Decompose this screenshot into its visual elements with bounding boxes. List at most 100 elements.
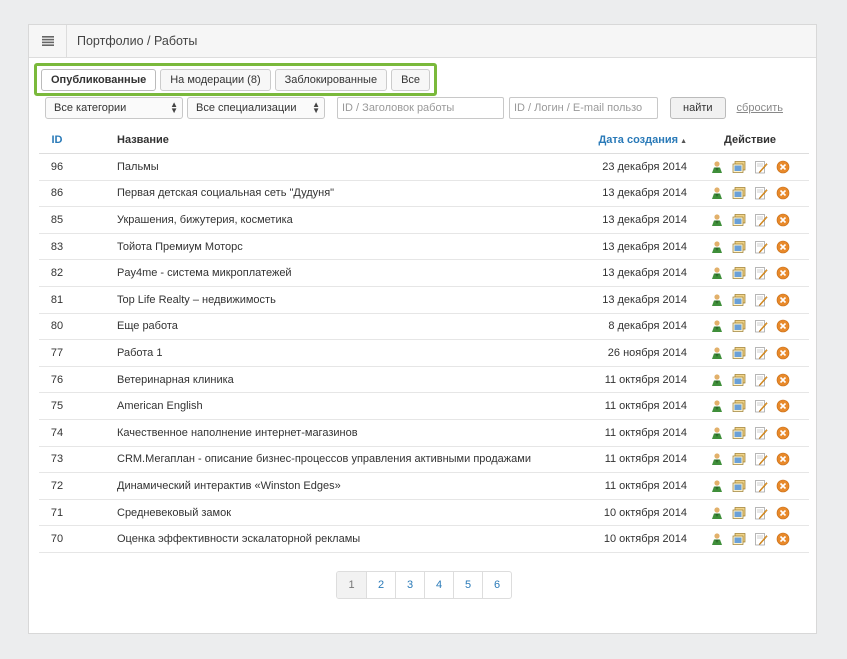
user-icon[interactable] — [710, 452, 724, 466]
row-date: 10 октября 2014 — [603, 533, 687, 546]
delete-icon[interactable] — [776, 506, 790, 520]
edit-icon[interactable] — [754, 399, 768, 413]
delete-icon[interactable] — [776, 452, 790, 466]
edit-icon[interactable] — [754, 373, 768, 387]
user-icon[interactable] — [710, 266, 724, 280]
delete-icon[interactable] — [776, 186, 790, 200]
user-icon[interactable] — [710, 240, 724, 254]
delete-icon[interactable] — [776, 319, 790, 333]
row-actions — [691, 213, 809, 227]
user-icon[interactable] — [710, 186, 724, 200]
table-header: ID Название Дата создания ▲ Действие — [39, 127, 809, 154]
edit-icon[interactable] — [754, 240, 768, 254]
reset-link[interactable]: сбросить — [737, 102, 783, 114]
page-3-button[interactable]: 3 — [395, 572, 424, 598]
gallery-icon[interactable] — [732, 373, 746, 387]
find-button[interactable]: найти — [670, 97, 726, 119]
delete-icon[interactable] — [776, 426, 790, 440]
page-1-button[interactable]: 1 — [337, 572, 366, 598]
gallery-icon[interactable] — [732, 160, 746, 174]
tab-moderation[interactable]: На модерации (8) — [160, 68, 271, 91]
gallery-icon[interactable] — [732, 240, 746, 254]
edit-icon[interactable] — [754, 346, 768, 360]
table-row: 81 Top Life Realty – недвижимость 13 дек… — [39, 287, 809, 314]
gallery-icon[interactable] — [732, 452, 746, 466]
edit-icon[interactable] — [754, 426, 768, 440]
id-column-header[interactable]: ID — [52, 134, 63, 146]
table-row: 96 Пальмы 23 декабря 2014 — [39, 154, 809, 181]
edit-icon[interactable] — [754, 160, 768, 174]
table-row: 80 Еще работа 8 декабря 2014 — [39, 314, 809, 341]
edit-icon[interactable] — [754, 293, 768, 307]
user-icon[interactable] — [710, 293, 724, 307]
gallery-icon[interactable] — [732, 426, 746, 440]
edit-icon[interactable] — [754, 452, 768, 466]
delete-icon[interactable] — [776, 399, 790, 413]
page-4-button[interactable]: 4 — [424, 572, 453, 598]
category-select[interactable]: Все категории ▲ ▼ — [45, 97, 183, 119]
page-6-button[interactable]: 6 — [482, 572, 511, 598]
table-row: 71 Средневековый замок 10 октября 2014 — [39, 500, 809, 527]
gallery-icon[interactable] — [732, 293, 746, 307]
tab-blocked[interactable]: Заблокированные — [274, 68, 388, 91]
row-date: 13 декабря 2014 — [602, 293, 687, 306]
delete-icon[interactable] — [776, 213, 790, 227]
breadcrumb: Портфолио / Работы — [77, 34, 198, 48]
user-icon[interactable] — [710, 506, 724, 520]
delete-icon[interactable] — [776, 266, 790, 280]
user-icon[interactable] — [710, 319, 724, 333]
table-row: 70 Оценка эффективности эскалаторной рек… — [39, 526, 809, 553]
page-5-button[interactable]: 5 — [453, 572, 482, 598]
gallery-icon[interactable] — [732, 319, 746, 333]
tab-published[interactable]: Опубликованные — [41, 68, 157, 91]
user-icon[interactable] — [710, 532, 724, 546]
edit-icon[interactable] — [754, 479, 768, 493]
delete-icon[interactable] — [776, 293, 790, 307]
table-row: 76 Ветеринарная клиника 11 октября 2014 — [39, 367, 809, 394]
row-name: Первая детская социальная сеть "Дудуня" — [117, 187, 335, 200]
hamburger-menu-icon[interactable] — [29, 25, 67, 57]
row-name: CRM.Мегаплан - описание бизнес-процессов… — [117, 453, 531, 466]
tab-all[interactable]: Все — [391, 68, 431, 91]
gallery-icon[interactable] — [732, 186, 746, 200]
user-icon[interactable] — [710, 479, 724, 493]
delete-icon[interactable] — [776, 240, 790, 254]
edit-icon[interactable] — [754, 532, 768, 546]
user-icon[interactable] — [710, 373, 724, 387]
row-actions — [691, 240, 809, 254]
delete-icon[interactable] — [776, 373, 790, 387]
gallery-icon[interactable] — [732, 266, 746, 280]
row-date: 11 октября 2014 — [604, 373, 687, 386]
gallery-icon[interactable] — [732, 532, 746, 546]
delete-icon[interactable] — [776, 160, 790, 174]
user-icon[interactable] — [710, 160, 724, 174]
gallery-icon[interactable] — [732, 346, 746, 360]
delete-icon[interactable] — [776, 532, 790, 546]
gallery-icon[interactable] — [732, 213, 746, 227]
delete-icon[interactable] — [776, 479, 790, 493]
gallery-icon[interactable] — [732, 479, 746, 493]
specialization-select[interactable]: Все специализации ▲ ▼ — [187, 97, 325, 119]
gallery-icon[interactable] — [732, 506, 746, 520]
date-column-header[interactable]: Дата создания — [598, 134, 678, 146]
id-title-input[interactable] — [337, 97, 504, 119]
edit-icon[interactable] — [754, 319, 768, 333]
user-search-input[interactable] — [509, 97, 658, 119]
edit-icon[interactable] — [754, 506, 768, 520]
row-date: 13 декабря 2014 — [602, 267, 687, 280]
delete-icon[interactable] — [776, 346, 790, 360]
edit-icon[interactable] — [754, 213, 768, 227]
user-icon[interactable] — [710, 346, 724, 360]
gallery-icon[interactable] — [732, 399, 746, 413]
table-row: 73 CRM.Мегаплан - описание бизнес-процес… — [39, 447, 809, 474]
row-date: 11 октября 2014 — [604, 426, 687, 439]
user-icon[interactable] — [710, 213, 724, 227]
user-icon[interactable] — [710, 399, 724, 413]
page-2-button[interactable]: 2 — [366, 572, 395, 598]
row-id: 71 — [50, 506, 64, 519]
user-icon[interactable] — [710, 426, 724, 440]
edit-icon[interactable] — [754, 186, 768, 200]
category-select-value: Все категории — [54, 102, 127, 114]
edit-icon[interactable] — [754, 266, 768, 280]
filter-bar: Все категории ▲▼ Все специализации ▲▼ на… — [45, 96, 810, 120]
